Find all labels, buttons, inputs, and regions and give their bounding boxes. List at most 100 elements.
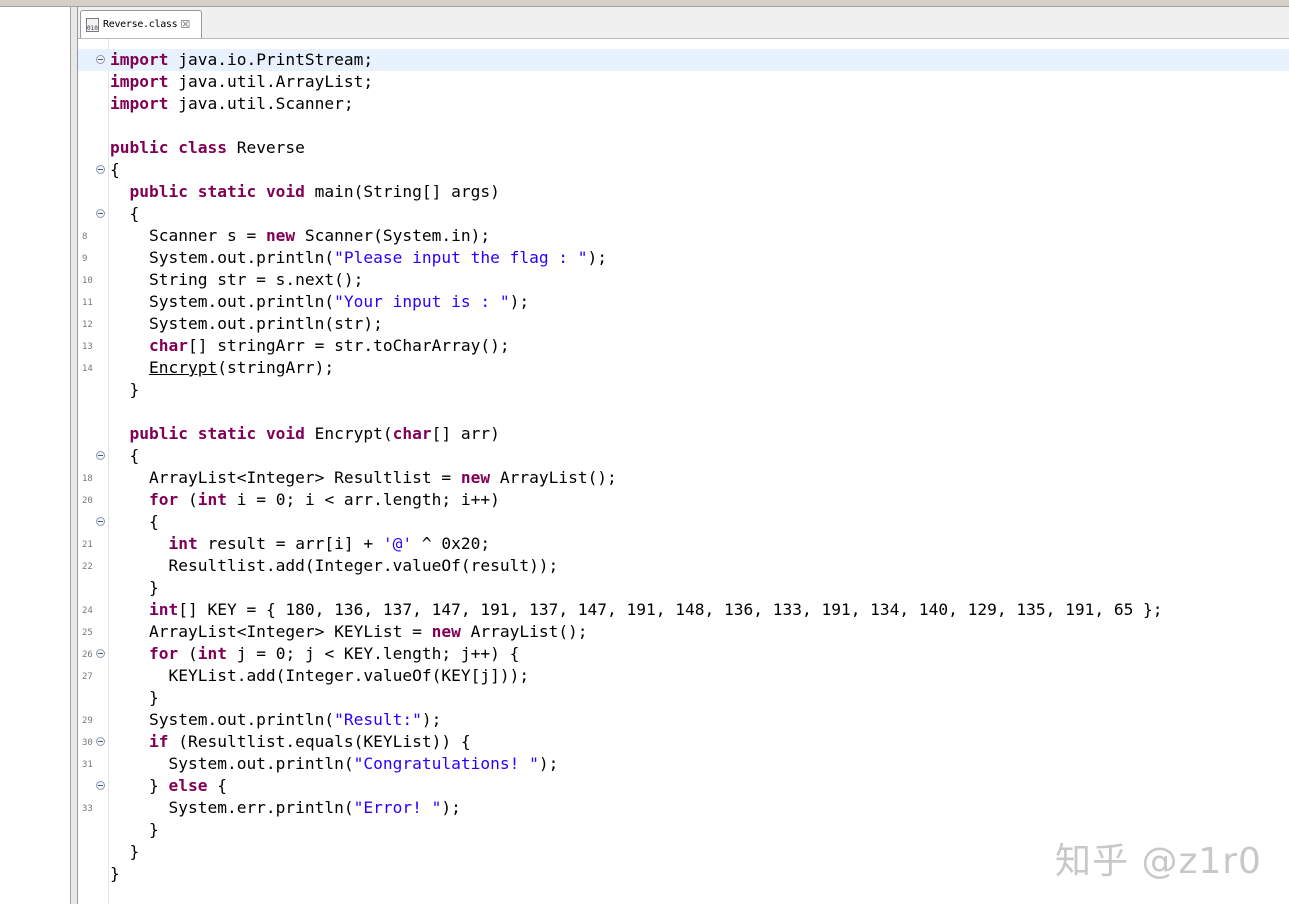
fold-collapse-icon[interactable] [96, 209, 105, 218]
code-token: ); [538, 754, 559, 773]
code-line[interactable]: } else { [78, 775, 1289, 797]
line-number: 9 [82, 254, 88, 264]
code-token: ( [178, 644, 198, 663]
code-token: System.err.println( [110, 798, 354, 817]
code-text: { [110, 511, 159, 533]
code-token: [] arr) [431, 424, 500, 443]
package-explorer-pane[interactable] [0, 7, 71, 904]
code-line[interactable]: 20 for (int i = 0; i < arr.length; i++) [78, 489, 1289, 511]
code-line[interactable]: 27 KEYList.add(Integer.valueOf(KEY[j])); [78, 665, 1289, 687]
keyword-token: char [148, 336, 188, 355]
code-line[interactable]: import java.util.ArrayList; [78, 71, 1289, 93]
watermark: 知乎 @z1r0 [1055, 841, 1262, 882]
code-text: Scanner s = new Scanner(System.in); [110, 225, 490, 247]
code-token: System.out.println( [110, 710, 335, 729]
fold-collapse-icon[interactable] [96, 781, 105, 790]
code-line[interactable]: 31 System.out.println("Congratulations! … [78, 753, 1289, 775]
line-number: 8 [82, 232, 88, 242]
code-line[interactable]: 13 char[] stringArr = str.toCharArray(); [78, 335, 1289, 357]
code-line[interactable]: 14 Encrypt(stringArr); [78, 357, 1289, 379]
code-text: System.out.println("Please input the fla… [110, 247, 607, 269]
fold-collapse-icon[interactable] [96, 737, 105, 746]
code-token: ArrayList<Integer> KEYList = [110, 622, 432, 641]
code-token: } [110, 380, 140, 399]
keyword-token: int [197, 490, 227, 509]
code-line[interactable]: 22 Resultlist.add(Integer.valueOf(result… [78, 555, 1289, 577]
keyword-token: new [265, 226, 296, 245]
keyword-token: char [392, 424, 432, 443]
code-text: import java.util.ArrayList; [110, 71, 373, 93]
keyword-token: new [460, 468, 491, 487]
keyword-token: for [148, 490, 179, 509]
line-number: 10 [82, 276, 93, 286]
code-line[interactable]: public static void Encrypt(char[] arr) [78, 423, 1289, 445]
code-token: ArrayList(); [490, 468, 617, 487]
class-file-icon [86, 17, 99, 32]
code-text: String str = s.next(); [110, 269, 363, 291]
code-line[interactable]: 11 System.out.println("Your input is : "… [78, 291, 1289, 313]
code-token: result = arr[i] + [197, 534, 383, 553]
code-line[interactable]: { [78, 511, 1289, 533]
code-area[interactable]: import java.io.PrintStream; import java.u… [78, 39, 1289, 904]
code-line[interactable] [78, 401, 1289, 423]
code-line[interactable]: 25 ArrayList<Integer> KEYList = new Arra… [78, 621, 1289, 643]
code-line[interactable]: public class Reverse [78, 137, 1289, 159]
line-number: 18 [82, 474, 93, 484]
fold-collapse-icon[interactable] [96, 517, 105, 526]
close-icon[interactable] [180, 18, 190, 31]
code-text: System.out.println("Result:"); [110, 709, 441, 731]
code-token: java.io.PrintStream; [168, 50, 374, 69]
keyword-token: int [148, 600, 179, 619]
code-text: import java.io.PrintStream; [110, 49, 373, 71]
tab-reverse-class[interactable]: Reverse.class [80, 10, 202, 38]
code-token: System.out.println( [110, 248, 335, 267]
line-number: 21 [82, 540, 93, 550]
code-editor: Reverse.class import java.io.PrintStream… [78, 7, 1289, 904]
code-line[interactable]: 33 System.err.println("Error! "); [78, 797, 1289, 819]
tab-label: Reverse.class [103, 19, 178, 30]
code-line[interactable]: 18 ArrayList<Integer> Resultlist = new A… [78, 467, 1289, 489]
code-token: [] KEY = { 180, 136, 137, 147, 191, 137,… [178, 600, 1163, 619]
code-line[interactable]: 10 String str = s.next(); [78, 269, 1289, 291]
code-token: { [110, 512, 159, 531]
code-line[interactable]: 12 System.out.println(str); [78, 313, 1289, 335]
code-line[interactable]: public static void main(String[] args) [78, 181, 1289, 203]
code-line[interactable]: 9 System.out.println("Please input the f… [78, 247, 1289, 269]
code-token: Reverse [226, 138, 305, 157]
code-line[interactable]: 26 for (int j = 0; j < KEY.length; j++) … [78, 643, 1289, 665]
fold-collapse-icon[interactable] [96, 165, 105, 174]
code-text: KEYList.add(Integer.valueOf(KEY[j])); [110, 665, 529, 687]
code-line[interactable]: } [78, 379, 1289, 401]
code-line[interactable]: { [78, 445, 1289, 467]
code-line[interactable]: 30 if (Resultlist.equals(KEYList)) { [78, 731, 1289, 753]
code-line[interactable]: import java.util.Scanner; [78, 93, 1289, 115]
code-line[interactable]: 29 System.out.println("Result:"); [78, 709, 1289, 731]
code-line[interactable]: 21 int result = arr[i] + '@' ^ 0x20; [78, 533, 1289, 555]
code-text: } [110, 577, 159, 599]
fold-collapse-icon[interactable] [96, 55, 105, 64]
code-token: System.out.println( [110, 292, 335, 311]
pane-splitter[interactable] [71, 7, 78, 904]
code-line[interactable]: 24 int[] KEY = { 180, 136, 137, 147, 191… [78, 599, 1289, 621]
code-line[interactable]: 8 Scanner s = new Scanner(System.in); [78, 225, 1289, 247]
code-text: int[] KEY = { 180, 136, 137, 147, 191, 1… [110, 599, 1163, 621]
code-token: } [110, 776, 169, 795]
code-line[interactable]: import java.io.PrintStream; [78, 49, 1289, 71]
code-token: Scanner s = [110, 226, 266, 245]
code-line[interactable] [78, 115, 1289, 137]
code-line[interactable]: { [78, 203, 1289, 225]
fold-collapse-icon[interactable] [96, 649, 105, 658]
code-line[interactable]: } [78, 687, 1289, 709]
keyword-token: new [431, 622, 461, 641]
code-text: Resultlist.add(Integer.valueOf(result)); [110, 555, 558, 577]
code-token: } [110, 578, 159, 597]
code-text: } else { [110, 775, 227, 797]
line-number: 24 [82, 606, 93, 616]
code-token: ); [421, 710, 442, 729]
code-line[interactable]: } [78, 577, 1289, 599]
code-line[interactable]: { [78, 159, 1289, 181]
fold-collapse-icon[interactable] [96, 451, 105, 460]
